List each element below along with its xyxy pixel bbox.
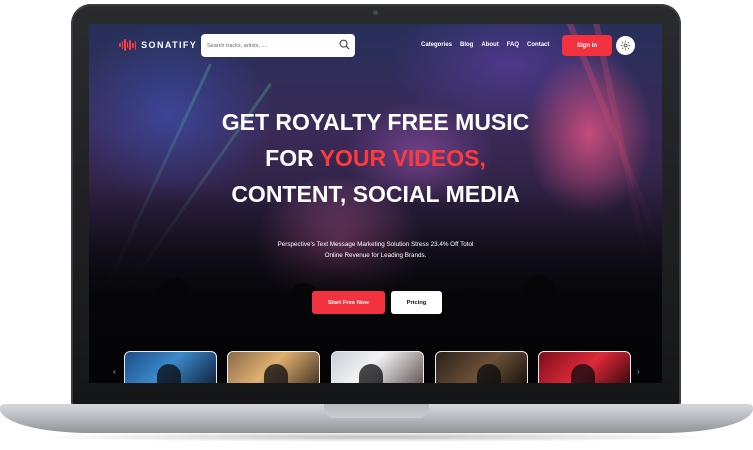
sun-icon (620, 40, 631, 51)
hero-title-line2-prefix: FOR (265, 145, 320, 171)
hero-title-accent: YOUR VIDEOS, (319, 145, 486, 171)
screen: SONATIFY Categories Blog About FAQ Conta… (89, 24, 662, 383)
hero-subtitle-line1: Perspective's Text Message Marketing Sol… (277, 241, 474, 248)
theme-toggle-button[interactable] (616, 36, 635, 55)
thumbnail-1[interactable] (124, 351, 217, 383)
start-free-button[interactable]: Start Free Now (312, 291, 385, 314)
pricing-button[interactable]: Pricing (391, 291, 442, 314)
nav-categories[interactable]: Categories (421, 42, 452, 48)
hero-title: GET ROYALTY FREE MUSIC FOR YOUR VIDEOS, … (89, 104, 662, 212)
hero-title-line3: CONTENT, SOCIAL MEDIA (231, 181, 520, 207)
hero-title-line1: GET ROYALTY FREE MUSIC (221, 109, 530, 135)
chevron-left-icon[interactable]: ‹ (113, 367, 116, 376)
search-bar[interactable] (201, 34, 355, 57)
laptop-notch (324, 404, 429, 418)
camera (372, 9, 379, 16)
hero-subtitle-line2: Online Revenue for Leading Brands. (324, 252, 427, 259)
nav-contact[interactable]: Contact (527, 42, 549, 48)
hero-subtitle: Perspective's Text Message Marketing Sol… (89, 239, 662, 261)
nav-about[interactable]: About (481, 42, 498, 48)
nav-blog[interactable]: Blog (460, 42, 473, 48)
brand-name: SONATIFY (141, 40, 198, 50)
laptop-shadow (30, 432, 723, 442)
search-icon[interactable] (339, 39, 350, 50)
chevron-right-icon[interactable]: › (637, 367, 640, 376)
nav-faq[interactable]: FAQ (507, 42, 519, 48)
main-nav: Categories Blog About FAQ Contact (421, 42, 549, 48)
thumbnail-5[interactable] (538, 351, 631, 383)
search-input[interactable] (207, 38, 329, 53)
soundwave-icon (119, 39, 137, 51)
sign-in-button[interactable]: Sign In (562, 35, 612, 56)
thumbnail-3[interactable] (331, 351, 424, 383)
logo[interactable]: SONATIFY (119, 39, 197, 51)
thumbnail-4[interactable] (435, 351, 528, 383)
thumbnail-2[interactable] (227, 351, 320, 383)
